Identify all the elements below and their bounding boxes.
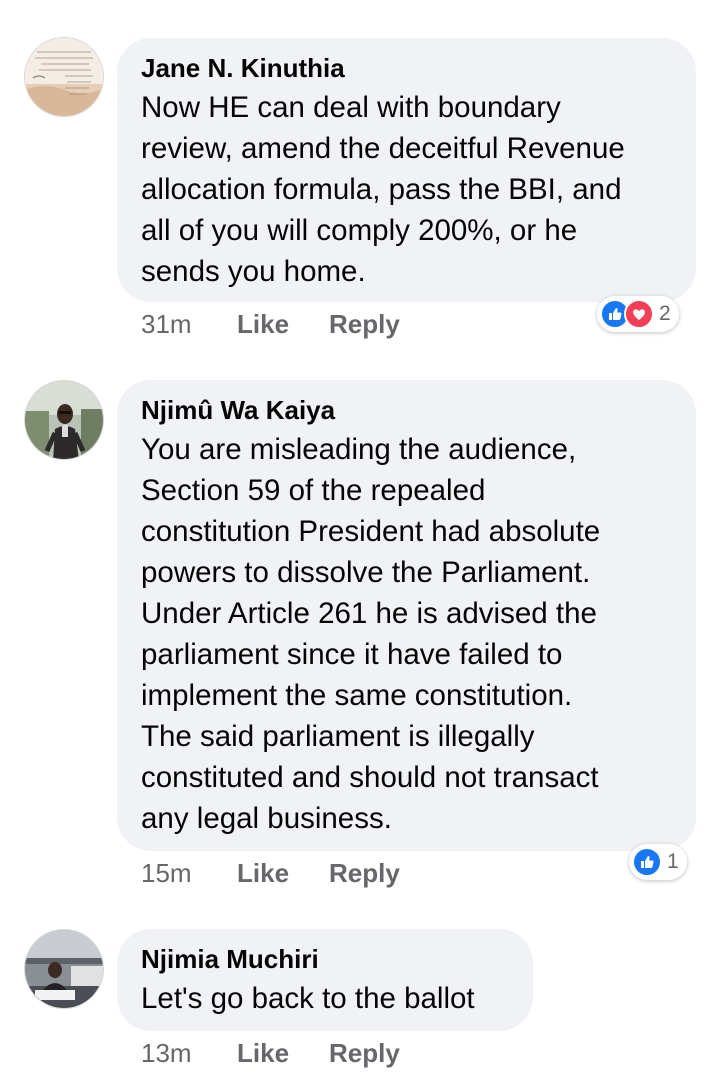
reaction-count: 1	[667, 850, 679, 873]
comment-actions: 31m Like Reply	[141, 304, 400, 344]
reply-button[interactable]: Reply	[329, 1038, 400, 1069]
comment-text: Let's go back to the ballot	[141, 982, 475, 1015]
reactions-badge[interactable]: 2	[597, 296, 679, 332]
comment-actions: 15m Like Reply	[141, 853, 400, 893]
comment-bubble: Jane N. Kinuthia Now HE can deal with bo…	[117, 38, 696, 302]
avatar[interactable]	[24, 37, 104, 117]
avatar[interactable]	[24, 380, 104, 460]
avatar[interactable]	[24, 929, 104, 1009]
reply-button[interactable]: Reply	[329, 309, 400, 340]
reaction-count: 2	[659, 302, 671, 325]
comment-bubble: Njimû Wa Kaiya You are misleading the au…	[117, 380, 696, 851]
author-name[interactable]: Njimû Wa Kaiya	[141, 394, 672, 426]
author-name[interactable]: Jane N. Kinuthia	[141, 52, 672, 84]
love-icon	[624, 299, 654, 329]
comment-bubble: Njimia Muchiri Let's go back to the ball…	[117, 929, 533, 1031]
comment-actions: 13m Like Reply	[141, 1033, 400, 1073]
like-button[interactable]: Like	[237, 858, 329, 889]
reply-button[interactable]: Reply	[329, 858, 400, 889]
reactions-badge[interactable]: 1	[629, 844, 687, 880]
like-icon	[632, 847, 662, 877]
timestamp[interactable]: 31m	[141, 309, 237, 340]
timestamp[interactable]: 15m	[141, 858, 237, 889]
timestamp[interactable]: 13m	[141, 1038, 237, 1069]
comment-text: Now HE can deal with boundary review, am…	[141, 91, 625, 288]
author-name[interactable]: Njimia Muchiri	[141, 943, 509, 975]
comment-text: You are misleading the audience, Section…	[141, 433, 601, 835]
like-button[interactable]: Like	[237, 309, 329, 340]
like-button[interactable]: Like	[237, 1038, 329, 1069]
